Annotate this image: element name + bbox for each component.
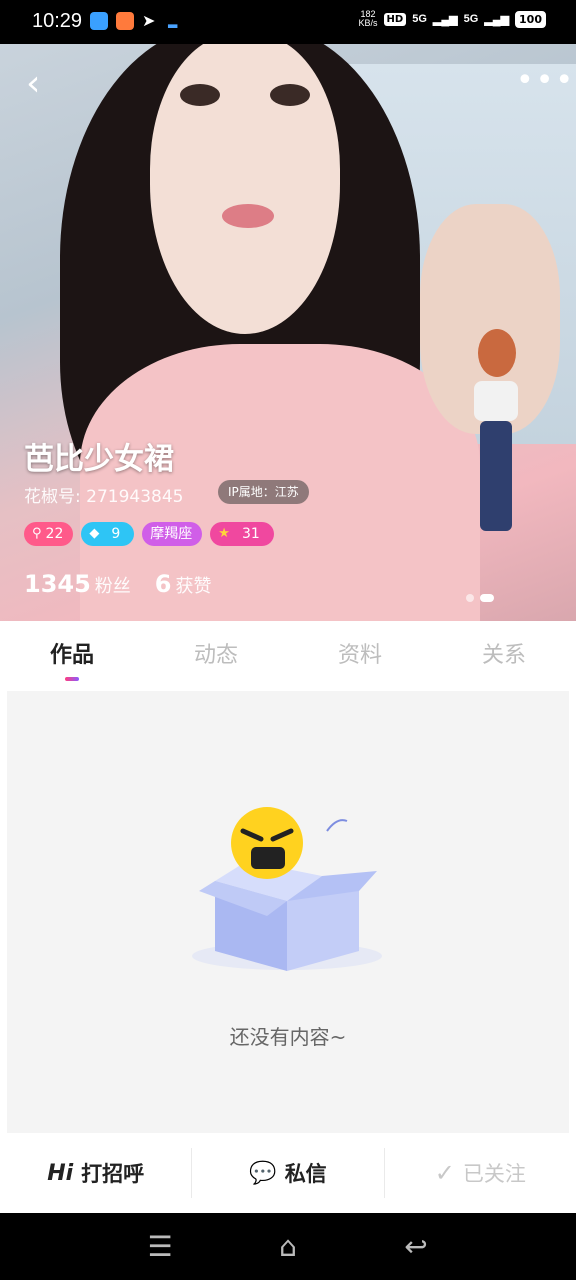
tab-label: 资料 xyxy=(337,643,382,668)
diamond-value: 9 xyxy=(111,526,121,542)
cover-eye xyxy=(270,84,310,106)
menu-icon[interactable]: ☰ xyxy=(142,1229,178,1265)
diamond-icon: ◆ xyxy=(89,526,100,541)
download-icon: ▂ xyxy=(168,14,178,28)
zodiac-value: 摩羯座 xyxy=(150,526,193,542)
zodiac-badge[interactable]: 摩羯座 xyxy=(142,522,203,546)
empty-text: 还没有内容~ xyxy=(229,1025,347,1049)
check-icon: ✓ xyxy=(434,1159,455,1187)
star-value: 31 xyxy=(241,526,260,542)
net-speed: 182 KB/s xyxy=(358,9,378,28)
tab-label: 关系 xyxy=(481,643,526,668)
followed-label: 已关注 xyxy=(462,1162,526,1186)
hd-icon: HD xyxy=(383,12,407,26)
signal-bars-icon: ▂▄▆ xyxy=(432,13,458,26)
followed-button[interactable]: ✓ 已关注 xyxy=(383,1148,576,1198)
status-notification-icons: ➤ ▂ xyxy=(90,12,186,30)
avatar-legs xyxy=(480,421,512,531)
greet-button[interactable]: Hi 打招呼 xyxy=(0,1148,191,1198)
tab-indicator xyxy=(65,677,79,681)
tab-label: 动态 xyxy=(193,643,238,668)
level-badge[interactable]: ⚲ 22 xyxy=(24,522,74,546)
star-icon: ★ xyxy=(218,526,230,541)
cover-eye xyxy=(180,84,220,106)
page-dot-active xyxy=(480,594,494,602)
signal-icon: 5G xyxy=(412,13,427,25)
signal-bars-icon: ▂▄▆ xyxy=(484,13,510,26)
page-dot xyxy=(466,594,474,602)
more-icon[interactable]: ••• xyxy=(516,66,573,98)
avatar-head xyxy=(478,329,516,377)
message-icon: 💬 xyxy=(249,1160,277,1186)
action-bar: Hi 打招呼 💬 私信 ✓ 已关注 xyxy=(0,1133,576,1213)
likes-label: 获赞 xyxy=(175,576,212,597)
tab-moments[interactable]: 动态 xyxy=(144,621,288,691)
hi-icon: Hi xyxy=(47,1160,74,1186)
diamond-badge[interactable]: ◆ 9 xyxy=(81,522,135,546)
works-content: 还没有内容~ xyxy=(7,691,569,1133)
status-time: 10:29 xyxy=(32,10,83,32)
ip-location-badge: IP属地：江苏 xyxy=(218,480,309,504)
nickname: 芭比少女裙 xyxy=(24,442,174,477)
cover-page-indicator xyxy=(466,594,494,602)
profile-cover[interactable]: ‹ ••• 芭比少女裙 花椒号: 271943845 IP属地：江苏 ⚲ 22 … xyxy=(0,44,576,621)
greet-label: 打招呼 xyxy=(81,1162,145,1186)
back-nav-icon[interactable]: ↩ xyxy=(398,1229,434,1265)
message-button[interactable]: 💬 私信 xyxy=(191,1148,383,1198)
star-badge[interactable]: ★ 31 xyxy=(210,522,274,546)
stats-row: 1345 粉丝 6 获赞 xyxy=(24,570,232,598)
status-right: 182 KB/s HD 5G ▂▄▆ 5G ▂▄▆ 100 xyxy=(359,10,546,28)
profile-tabs: 作品 动态 资料 关系 xyxy=(0,621,576,691)
empty-box-icon xyxy=(192,807,382,971)
tab-info[interactable]: 资料 xyxy=(288,621,432,691)
message-label: 私信 xyxy=(284,1162,327,1186)
app-notification-icon xyxy=(90,12,108,30)
followers-count[interactable]: 1345 xyxy=(24,570,91,598)
home-icon[interactable]: ⌂ xyxy=(270,1229,306,1265)
likes-count: 6 xyxy=(154,570,172,598)
system-nav-bar: ☰ ⌂ ↩ xyxy=(0,1213,576,1280)
user-id: 花椒号: 271943845 xyxy=(24,487,184,507)
app-notification-icon xyxy=(116,12,134,30)
tab-label: 作品 xyxy=(49,643,94,668)
badge-row: ⚲ 22 ◆ 9 摩羯座 ★ 31 xyxy=(24,522,274,546)
3d-avatar[interactable] xyxy=(468,329,524,549)
tab-works[interactable]: 作品 xyxy=(0,621,144,691)
tab-relations[interactable]: 关系 xyxy=(432,621,576,691)
back-icon[interactable]: ‹ xyxy=(26,64,56,104)
signal-icon: 5G xyxy=(463,13,479,25)
cover-lips xyxy=(222,204,274,228)
level-icon: ⚲ xyxy=(32,526,42,541)
avatar-top xyxy=(474,381,518,421)
followers-label[interactable]: 粉丝 xyxy=(95,572,131,598)
telegram-icon: ➤ xyxy=(142,11,156,30)
level-value: 22 xyxy=(45,526,64,542)
status-bar: 10:29 ➤ ▂ 182 KB/s HD 5G ▂▄▆ 5G ▂▄▆ 100 xyxy=(0,0,576,44)
battery-icon: 100 xyxy=(515,10,546,28)
cover-photo-face xyxy=(150,44,340,334)
